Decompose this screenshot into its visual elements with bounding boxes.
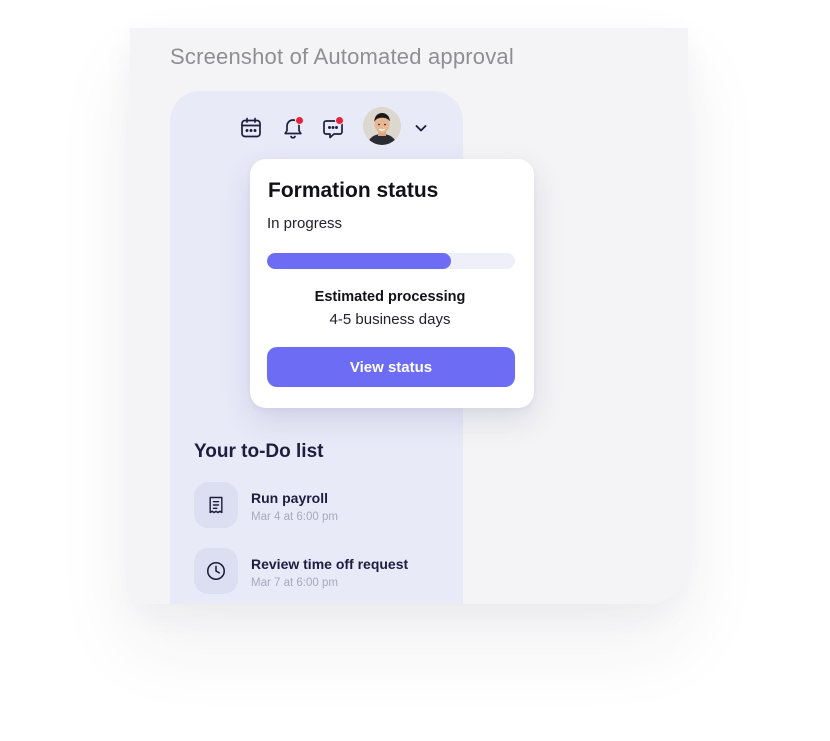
progress-bar-fill [267,253,451,269]
screenshot-caption: Screenshot of Automated approval [170,44,514,69]
estimate-value: 4-5 business days [329,311,451,328]
status-card-title: Formation status [268,179,439,202]
stage: Screenshot of Automated approval Your to… [0,0,830,741]
chat-icon[interactable] [320,116,346,142]
todo-list-title: Your to-Do list [194,441,324,462]
todo-icon-container [194,482,238,528]
todo-item-review-time-off[interactable]: Review time off request Mar 7 at 6:00 pm [194,548,444,596]
receipt-icon [209,496,223,514]
todo-label: Run payroll [251,490,329,506]
chevron-down-icon[interactable] [408,115,434,141]
bell-icon[interactable] [280,115,306,141]
status-text: In progress [267,215,343,232]
avatar[interactable] [363,107,401,145]
estimate-label: Estimated processing [314,289,466,305]
todo-date: Mar 7 at 6:00 pm [251,577,338,589]
todo-item-run-payroll[interactable]: Run payroll Mar 4 at 6:00 pm [194,482,444,530]
todo-date: Mar 4 at 6:00 pm [251,511,338,523]
clock-icon [206,561,226,581]
todo-label: Review time off request [251,556,409,572]
todo-icon-container [194,548,238,594]
formation-status-card: Formation status In progress Estimated p… [250,159,534,408]
bell-notification-dot [295,116,304,125]
view-status-button[interactable]: View status [267,347,515,387]
progress-bar [267,253,515,269]
chat-notification-dot [335,116,344,125]
calendar-icon[interactable] [238,115,264,141]
